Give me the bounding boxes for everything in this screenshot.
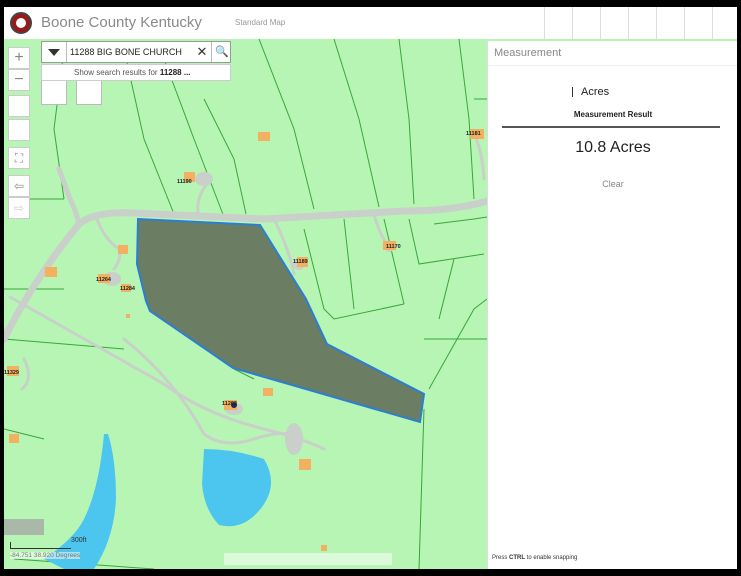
search-input[interactable] xyxy=(70,42,198,62)
forward-arrow-icon[interactable]: ⇨ xyxy=(8,197,30,219)
scale-bar xyxy=(10,542,71,549)
map-tool-square-2[interactable] xyxy=(76,79,102,105)
unit-cursor xyxy=(572,87,573,97)
search-suggestion[interactable]: Show search results for 11288 ... xyxy=(41,64,231,81)
measurement-panel: Measurement Acres Measurement Result 10.… xyxy=(487,41,737,569)
search-box[interactable]: ✕ 🔍 xyxy=(41,41,231,63)
header-tool-button-7[interactable] xyxy=(712,7,737,39)
overview-map-toggle[interactable] xyxy=(4,519,44,535)
divider xyxy=(502,126,720,128)
clear-search-icon[interactable]: ✕ xyxy=(195,43,209,61)
search-source-dropdown[interactable] xyxy=(42,42,67,62)
header-tool-button-1[interactable] xyxy=(544,7,573,39)
search-icon[interactable]: 🔍 xyxy=(211,42,232,62)
parcel-label: 11170 xyxy=(386,244,401,250)
panel-title: Measurement xyxy=(494,47,562,59)
app-header: Boone County Kentucky Standard Map xyxy=(4,7,737,41)
back-arrow-icon[interactable]: ⇦ xyxy=(8,175,30,197)
result-heading: Measurement Result xyxy=(573,110,653,119)
scale-label: 300ft xyxy=(71,537,87,544)
county-seal-logo[interactable] xyxy=(10,12,32,34)
attribution-band xyxy=(224,553,392,565)
map-tool-button-2[interactable] xyxy=(8,119,30,141)
measured-area-polygon xyxy=(135,217,426,424)
app-frame: Boone County Kentucky Standard Map 11181… xyxy=(4,7,737,569)
snap-hint: Press CTRL to enable snapping xyxy=(492,555,578,561)
header-tool-button-6[interactable] xyxy=(684,7,713,39)
map-tool-button-1[interactable] xyxy=(8,95,30,117)
zoom-in-button[interactable]: + xyxy=(8,47,30,69)
parcel-label: 11190 xyxy=(177,179,192,185)
fullscreen-icon[interactable]: ⛶ xyxy=(8,147,30,169)
header-tool-button-4[interactable] xyxy=(628,7,657,39)
app-title: Boone County Kentucky xyxy=(41,14,202,31)
pond xyxy=(202,449,272,527)
unit-label: Acres xyxy=(581,86,610,98)
parcel-label: 11329 xyxy=(4,370,19,376)
header-tool-button-3[interactable] xyxy=(600,7,629,41)
header-tool-button-2[interactable] xyxy=(572,7,601,39)
clear-button[interactable]: Clear xyxy=(488,179,737,189)
parcel-label: 11263 xyxy=(222,401,237,407)
parcel-label: 11284 xyxy=(120,286,135,292)
zoom-out-button[interactable]: − xyxy=(8,69,30,91)
parcel-label: 11189 xyxy=(293,259,308,265)
divider xyxy=(488,65,737,66)
result-value: 10.8 Acres xyxy=(575,139,651,156)
parcel-label: 11181 xyxy=(466,131,481,137)
map-tool-square-1[interactable] xyxy=(41,79,67,105)
parcel-label: 11264 xyxy=(96,277,111,283)
header-tool-button-5[interactable] xyxy=(656,7,685,39)
map-type-label[interactable]: Standard Map xyxy=(235,18,285,27)
coordinates-readout: -84.751 38.920 Degrees xyxy=(10,552,81,559)
